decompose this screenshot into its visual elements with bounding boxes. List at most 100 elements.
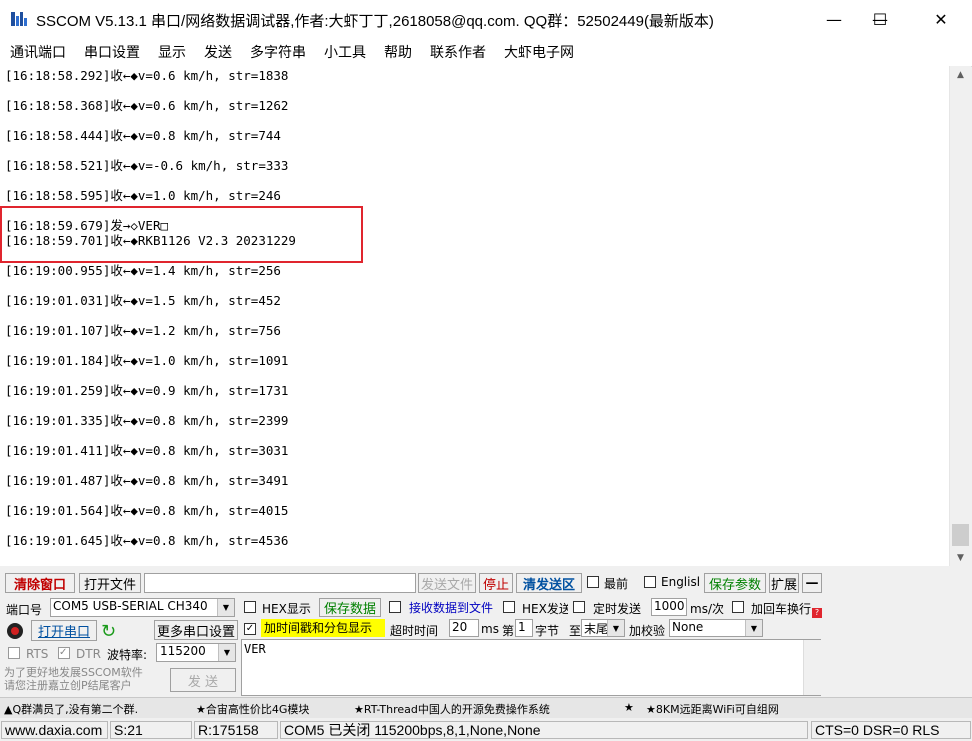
send-scrollbar[interactable] xyxy=(803,640,821,695)
menu-item-multi-string[interactable]: 多字符串 xyxy=(250,42,306,62)
more-settings-button[interactable]: 更多串口设置 xyxy=(154,620,238,640)
timestamp-label: 加时间戳和分包显示 xyxy=(261,619,385,637)
hex-send-label: HEX发送 xyxy=(522,602,568,616)
save-params-button[interactable]: 保存参数 xyxy=(704,573,766,593)
chevron-down-icon[interactable]: ▼ xyxy=(218,644,235,661)
baud-label: 波特率: xyxy=(107,648,148,662)
ticker-item[interactable]: ★8KM远距离WiFi可自组网 xyxy=(646,701,779,717)
baud-select[interactable]: 115200 ▼ xyxy=(156,643,236,662)
menu-item-send[interactable]: 发送 xyxy=(204,42,232,62)
status-port-state: COM5 已关闭 115200bps,8,1,None,None xyxy=(280,721,808,739)
english-checkbox[interactable] xyxy=(644,576,656,588)
save-data-button[interactable]: 保存数据 xyxy=(319,598,381,617)
log-line: [16:18:58.292]收←◆v=0.6 km/h, str=1838 xyxy=(5,68,289,83)
checksum-label: 加校验 xyxy=(629,624,666,638)
hex-display-label: HEX显示 xyxy=(262,602,311,616)
clear-send-button[interactable]: 清发送区 xyxy=(516,573,582,593)
log-line: [16:19:01.184]收←◆v=1.0 km/h, str=1091 xyxy=(5,353,289,368)
nth-label: 第 xyxy=(502,624,515,638)
window-title: SSCOM V5.13.1 串口/网络数据调试器,作者:大虾丁丁,2618058… xyxy=(36,13,714,30)
maximize-icon[interactable]: ☐ xyxy=(857,0,903,38)
log-line: [16:19:01.411]收←◆v=0.8 km/h, str=3031 xyxy=(5,443,289,458)
byte-label: 字节 xyxy=(535,624,560,638)
close-icon[interactable]: ✕ xyxy=(918,0,964,38)
rts-label: RTS xyxy=(26,647,49,661)
open-port-button[interactable]: 打开串口 xyxy=(31,620,97,641)
dtr-label: DTR xyxy=(76,647,101,661)
chevron-down-icon[interactable]: ▼ xyxy=(607,620,624,636)
app-icon xyxy=(11,12,27,26)
chevron-down-icon[interactable]: ▼ xyxy=(745,620,762,636)
port-value: COM5 USB-SERIAL CH340 xyxy=(53,599,208,613)
checksum-select[interactable]: None ▼ xyxy=(669,619,763,637)
send-file-button[interactable]: 发送文件 xyxy=(418,573,476,593)
add-crlf-checkbox[interactable] xyxy=(732,601,744,613)
minimize-icon[interactable]: — xyxy=(811,0,857,38)
log-line: [16:18:58.521]收←◆v=-0.6 km/h, str=333 xyxy=(5,158,289,173)
timed-unit-label: ms/次 xyxy=(690,602,724,616)
highlight-box xyxy=(0,206,363,263)
collapse-button[interactable]: — xyxy=(802,573,822,593)
recv-to-file-checkbox[interactable] xyxy=(389,601,401,613)
menu-item-serial-settings[interactable]: 串口设置 xyxy=(84,42,140,62)
nth-input[interactable]: 1 xyxy=(515,619,533,637)
ticker-item[interactable]: ★RT-Thread中国人的开源免费操作系统 xyxy=(354,701,550,717)
chevron-down-icon[interactable]: ▼ xyxy=(217,599,234,616)
ticker-item[interactable]: ▲Q群满员了,没有第二个群. xyxy=(4,701,138,717)
checksum-value: None xyxy=(672,620,704,634)
scroll-up-icon[interactable]: ▲ xyxy=(950,66,971,83)
timed-send-label: 定时发送 xyxy=(593,602,642,616)
promo-text[interactable]: 为了更好地发展SSCOM软件 请您注册嘉立创P结尾客户 xyxy=(4,666,156,694)
status-sent-count: S:21 xyxy=(110,721,192,739)
timed-send-checkbox[interactable] xyxy=(573,601,585,613)
hex-display-checkbox[interactable] xyxy=(244,601,256,613)
ticker-item[interactable]: ★ xyxy=(624,701,634,714)
send-textarea[interactable]: VER xyxy=(241,639,821,696)
menu-item-website[interactable]: 大虾电子网 xyxy=(504,42,574,62)
timestamp-checkbox[interactable]: ✓ xyxy=(244,623,256,635)
timed-interval-input[interactable]: 1000 xyxy=(651,598,687,616)
refresh-icon[interactable]: ↻ xyxy=(101,621,116,642)
ticker-bar: ▲Q群满员了,没有第二个群. ★合宙高性价比4G模块 ★RT-Thread中国人… xyxy=(0,697,972,718)
hex-send-checkbox[interactable] xyxy=(503,601,515,613)
scroll-down-icon[interactable]: ▼ xyxy=(950,549,971,566)
baud-value: 115200 xyxy=(160,644,206,658)
receive-log[interactable]: [16:18:58.292]收←◆v=0.6 km/h, str=1838 [1… xyxy=(0,66,949,566)
expand-button[interactable]: 扩展 xyxy=(769,573,799,593)
send-button[interactable]: 发 送 xyxy=(170,668,236,692)
timeout-input[interactable]: 20 xyxy=(449,619,479,637)
status-site[interactable]: www.daxia.com xyxy=(1,721,108,739)
open-file-button[interactable]: 打开文件 xyxy=(79,573,141,593)
file-path-field[interactable] xyxy=(144,573,416,593)
rts-checkbox[interactable] xyxy=(8,647,20,659)
timeout-unit-label: ms xyxy=(481,622,499,636)
to-select[interactable]: 末尾 ▼ xyxy=(581,619,625,637)
log-line: [16:19:01.564]收←◆v=0.8 km/h, str=4015 xyxy=(5,503,289,518)
log-line: [16:19:01.487]收←◆v=0.8 km/h, str=3491 xyxy=(5,473,289,488)
stop-button[interactable]: 停止 xyxy=(479,573,513,593)
recv-to-file-label: 接收数据到文件 xyxy=(409,601,494,615)
menu-item-port[interactable]: 通讯端口 xyxy=(10,42,66,62)
log-line: [16:19:01.031]收←◆v=1.5 km/h, str=452 xyxy=(5,293,281,308)
help-icon[interactable]: ? xyxy=(812,608,822,618)
ticker-item[interactable]: ★合宙高性价比4G模块 xyxy=(196,701,309,717)
log-line: [16:19:01.259]收←◆v=0.9 km/h, str=1731 xyxy=(5,383,289,398)
to-label: 至 xyxy=(569,624,582,638)
clear-window-button[interactable]: 清除窗口 xyxy=(5,573,75,593)
timeout-label: 超时时间 xyxy=(390,624,439,638)
menu-item-contact[interactable]: 联系作者 xyxy=(430,42,486,62)
english-label: English xyxy=(661,575,699,589)
last-checkbox[interactable] xyxy=(587,576,599,588)
send-text: VER xyxy=(244,642,266,656)
scroll-thumb[interactable] xyxy=(952,524,969,546)
menu-item-tools[interactable]: 小工具 xyxy=(324,42,366,62)
port-select[interactable]: COM5 USB-SERIAL CH340 ▼ xyxy=(50,598,235,617)
log-scrollbar[interactable]: ▲ ▼ xyxy=(949,66,971,566)
dtr-checkbox[interactable]: ✓ xyxy=(58,647,70,659)
menu-item-help[interactable]: 帮助 xyxy=(384,42,412,62)
log-line: [16:19:01.107]收←◆v=1.2 km/h, str=756 xyxy=(5,323,281,338)
add-crlf-label: 加回车换行 xyxy=(751,602,812,616)
last-label: 最前 xyxy=(604,577,629,591)
menu-item-display[interactable]: 显示 xyxy=(158,42,186,62)
port-status-icon xyxy=(7,623,23,639)
